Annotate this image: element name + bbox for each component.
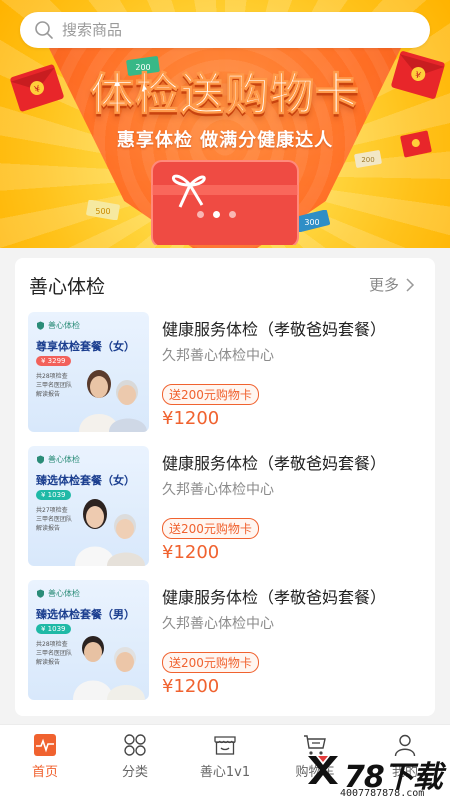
thumb-brand: 善心体检: [36, 320, 80, 331]
product-item[interactable]: 善心体检 臻选体检套餐（男） ¥ 1039 共28项检查 三甲名医团队 解读报告 健…: [15, 580, 435, 702]
search-bar[interactable]: [20, 12, 430, 48]
promo-badge: 送200元购物卡: [162, 518, 259, 539]
money-note-500-icon: 500: [86, 200, 120, 220]
product-thumbnail[interactable]: 善心体检 尊享体检套餐（女） ¥ 3299 共28项检查 三甲名医团队 解读报告: [28, 312, 149, 432]
banner-title: 体检送购物卡: [90, 69, 360, 121]
product-title[interactable]: 健康服务体检（孝敬爸妈套餐）: [162, 450, 386, 474]
shop-icon: [214, 736, 236, 755]
product-price: ¥1200: [162, 408, 220, 429]
carousel-dot-active[interactable]: [213, 211, 220, 218]
section-header: 善心体检 更多: [15, 258, 435, 310]
tab-home[interactable]: 首页: [0, 725, 90, 800]
svg-text:500: 500: [95, 207, 110, 216]
promo-badge: 送200元购物卡: [162, 384, 259, 405]
watermark-site: 4007787878.com: [340, 788, 425, 799]
product-title[interactable]: 健康服务体检（孝敬爸妈套餐）: [162, 584, 386, 608]
site-watermark: 78下载 4007787878.com: [300, 752, 450, 800]
carousel-dots[interactable]: [197, 211, 236, 218]
product-org: 久邦善心体检中心: [162, 482, 274, 498]
svg-text:300: 300: [304, 218, 319, 227]
product-price: ¥1200: [162, 542, 220, 563]
thumb-price: ¥ 1039: [36, 490, 71, 500]
checkup-section: 善心体检 更多 善心体检 尊享体检套餐（女） ¥ 3299 共28项检查 三甲名医…: [15, 258, 435, 716]
tab-category[interactable]: 分类: [90, 725, 180, 800]
grid-icon: [124, 734, 146, 756]
thumb-features: 共28项检查 三甲名医团队 解读报告: [36, 641, 73, 666]
tab-label: 首页: [31, 765, 58, 780]
mother-daughter-photo: [75, 499, 145, 566]
search-input[interactable]: [62, 21, 402, 39]
carousel-dot[interactable]: [229, 211, 236, 218]
tab-label: 善心1v1: [199, 765, 251, 780]
thumb-brand: 善心体检: [36, 588, 80, 599]
thumb-price: ¥ 3299: [36, 356, 71, 366]
money-note-200-right-icon: 200: [354, 150, 382, 168]
promo-badge: 送200元购物卡: [162, 652, 259, 673]
product-item[interactable]: 善心体检 尊享体检套餐（女） ¥ 3299 共28项检查 三甲名医团队 解读报告 健…: [15, 312, 435, 434]
thumb-price: ¥ 1039: [36, 624, 71, 634]
elderly-couple-photo: [79, 370, 147, 432]
promo-banner[interactable]: ¥ ¥ 200 500 300 200 体检送购物卡 惠享体检 做满分健康达人: [0, 0, 450, 248]
banner-subtitle: 惠享体检 做满分健康达人: [116, 130, 334, 151]
product-thumbnail[interactable]: 善心体检 臻选体检套餐（男） ¥ 1039 共28项检查 三甲名医团队 解读报告: [28, 580, 149, 700]
shield-check-icon: [37, 455, 44, 464]
section-title: 善心体检: [29, 276, 106, 298]
product-org: 久邦善心体检中心: [162, 348, 274, 364]
shield-check-icon: [37, 321, 44, 330]
product-price: ¥1200: [162, 676, 220, 697]
carousel-dot[interactable]: [197, 211, 204, 218]
thumb-brand: 善心体检: [36, 454, 80, 465]
watermark-logo-icon: [308, 756, 338, 784]
gift-card-icon: [151, 160, 299, 245]
father-son-photo: [73, 636, 145, 700]
thumb-features: 共27项检查 三甲名医团队 解读报告: [36, 507, 73, 532]
product-org: 久邦善心体检中心: [162, 616, 274, 632]
product-title[interactable]: 健康服务体检（孝敬爸妈套餐）: [162, 316, 386, 340]
search-icon: [35, 21, 53, 39]
product-thumbnail[interactable]: 善心体检 臻选体检套餐（女） ¥ 1039 共27项检查 三甲名医团队 解读报告: [28, 446, 149, 566]
product-item[interactable]: 善心体检 臻选体检套餐（女） ¥ 1039 共27项检查 三甲名医团队 解读报告 健…: [15, 446, 435, 568]
more-label: 更多: [368, 276, 399, 294]
tab-label: 分类: [121, 765, 148, 780]
home-pulse-icon: [34, 734, 56, 756]
chevron-right-icon: [406, 277, 415, 292]
thumb-features: 共28项检查 三甲名医团队 解读报告: [36, 373, 73, 398]
tab-consult[interactable]: 善心1v1: [180, 725, 270, 800]
shield-check-icon: [37, 589, 44, 598]
svg-text:200: 200: [361, 156, 374, 164]
more-link[interactable]: 更多: [369, 274, 415, 295]
